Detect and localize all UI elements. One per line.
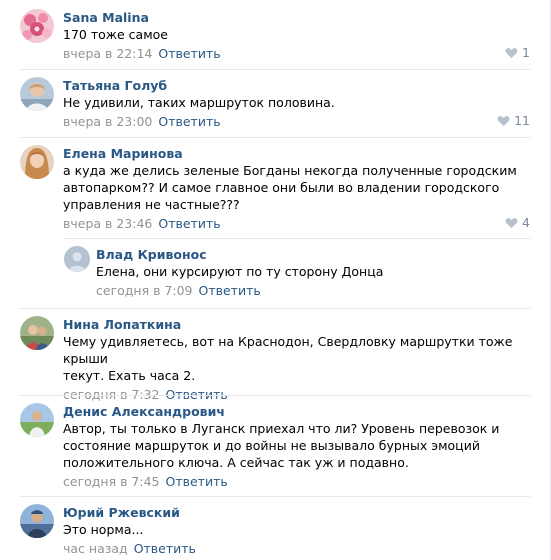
divider <box>20 496 530 497</box>
reply-button[interactable]: Ответить <box>166 474 228 489</box>
like-button[interactable]: 11 <box>497 113 530 128</box>
reply-button[interactable]: Ответить <box>158 216 220 231</box>
comment-date[interactable]: вчера в 23:46 <box>63 216 152 231</box>
avatar-photo-icon <box>20 403 54 437</box>
comments-panel: Sana Malina 170 тоже самое вчера в 22:14… <box>0 0 551 560</box>
avatar-portrait-icon <box>20 145 54 179</box>
heart-icon <box>505 47 518 58</box>
comment-meta: сегодня в 7:09 Ответить <box>96 282 530 299</box>
avatar-portrait-icon <box>20 77 54 111</box>
avatar[interactable] <box>20 145 54 179</box>
comment-text: Это норма... <box>63 522 144 537</box>
like-button[interactable]: 4 <box>505 215 530 230</box>
avatar-flowers-icon <box>20 9 54 43</box>
divider <box>20 395 530 396</box>
reply-button[interactable]: Ответить <box>199 283 261 298</box>
comment-author[interactable]: Нина Лопаткина <box>63 316 530 333</box>
divider <box>20 137 530 138</box>
comment-date[interactable]: вчера в 22:14 <box>63 46 152 61</box>
avatar[interactable] <box>64 246 90 272</box>
comment-text-line: управления не частные??? <box>63 197 240 212</box>
comment-author[interactable]: Юрий Ржевский <box>63 504 530 521</box>
comment-text-line: Автор, ты только в Луганск приехал что л… <box>63 421 500 436</box>
comment-author[interactable]: Денис Александрович <box>63 403 530 420</box>
avatar-photo-icon <box>20 316 54 350</box>
like-button[interactable]: 1 <box>505 45 530 60</box>
comment-date[interactable]: час назад <box>63 541 128 556</box>
comment-date[interactable]: сегодня в 7:09 <box>96 283 193 298</box>
comment-author[interactable]: Елена Маринова <box>63 145 530 162</box>
comment-meta: час назад Ответить <box>63 540 530 557</box>
like-count: 11 <box>514 113 530 128</box>
divider <box>64 238 530 239</box>
like-count: 4 <box>522 215 530 230</box>
avatar-placeholder-icon <box>64 246 90 272</box>
avatar[interactable] <box>20 316 54 350</box>
avatar[interactable] <box>20 77 54 111</box>
comment-meta: вчера в 23:46 Ответить <box>63 215 530 232</box>
comment-meta: вчера в 22:14 Ответить <box>63 45 530 62</box>
reply-button[interactable]: Ответить <box>134 541 196 556</box>
comment-date[interactable]: вчера в 23:00 <box>63 114 152 129</box>
like-count: 1 <box>522 45 530 60</box>
comment-text: 170 тоже самое <box>63 27 168 42</box>
avatar-photo-icon <box>20 504 54 538</box>
comment-text-line: автопарком?? И самое главное они были во… <box>63 180 500 195</box>
comment-text: Елена, они курсируют по ту сторону Донца <box>96 264 384 279</box>
comment-author[interactable]: Sana Malina <box>63 9 530 26</box>
heart-icon <box>497 115 510 126</box>
avatar[interactable] <box>20 403 54 437</box>
comment-text-line: состояние маршруток и до войны не вызыва… <box>63 438 480 453</box>
divider <box>20 69 530 70</box>
reply-button[interactable]: Ответить <box>158 46 220 61</box>
comment-meta: сегодня в 7:45 Ответить <box>63 473 530 490</box>
comment-text-line: а куда же делись зеленые Богданы некогда… <box>63 163 517 178</box>
reply-button[interactable]: Ответить <box>158 114 220 129</box>
comment-text-line: текут. Ехать часа 2. <box>63 368 196 383</box>
comment-author[interactable]: Татьяна Голуб <box>63 77 530 94</box>
comment-text-line: положительного ключа. А сейчас так уж и … <box>63 455 409 470</box>
comment-text-line: Чему удивляетесь, вот на Краснодон, Свер… <box>63 334 513 366</box>
avatar[interactable] <box>20 504 54 538</box>
avatar[interactable] <box>20 9 54 43</box>
comment-meta: вчера в 23:00 Ответить <box>63 113 530 130</box>
comment-date[interactable]: сегодня в 7:45 <box>63 474 160 489</box>
divider <box>20 308 530 309</box>
heart-icon <box>505 217 518 228</box>
comment-author[interactable]: Влад Кривонос <box>96 246 530 263</box>
comment-text: Не удивили, таких маршруток половина. <box>63 95 335 110</box>
